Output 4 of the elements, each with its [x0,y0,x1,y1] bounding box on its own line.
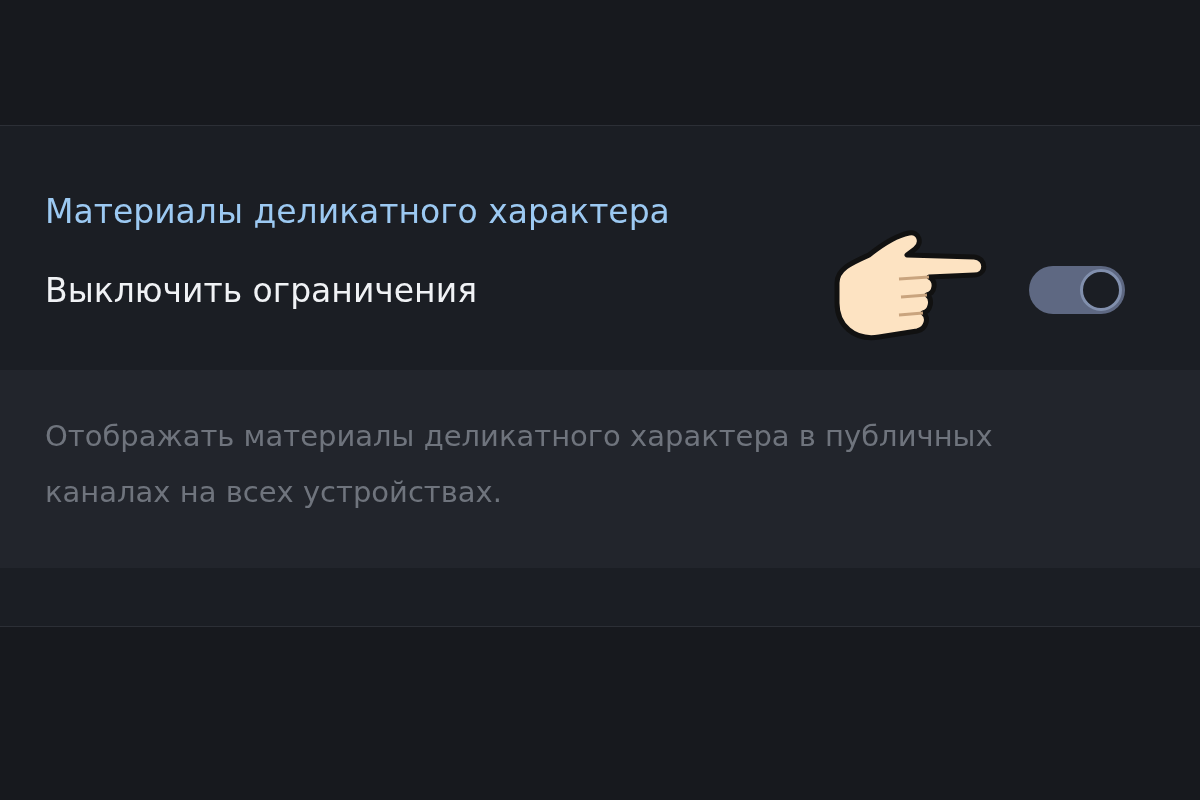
setting-description: Отображать материалы деликатного характера в публичных каналах на всех устройствах. [0,370,1200,568]
setting-label: Выключить ограничения [45,270,478,310]
toggle-switch[interactable] [1029,266,1125,314]
section-title: Материалы деликатного характера [44,191,671,233]
